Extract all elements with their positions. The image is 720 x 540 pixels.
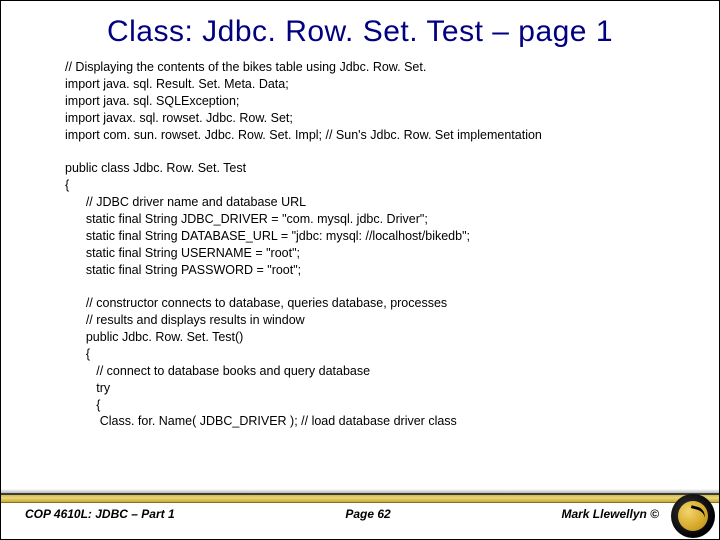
footer-author: Mark Llewellyn © bbox=[561, 507, 659, 521]
footer-course: COP 4610L: JDBC – Part 1 bbox=[25, 507, 175, 521]
footer-page: Page 62 bbox=[175, 507, 562, 521]
footer-gold-bar bbox=[1, 495, 719, 503]
footer: COP 4610L: JDBC – Part 1 Page 62 Mark Ll… bbox=[1, 493, 719, 539]
slide-title: Class: Jdbc. Row. Set. Test – page 1 bbox=[1, 15, 719, 49]
code-block: // Displaying the contents of the bikes … bbox=[1, 59, 719, 430]
slide: Class: Jdbc. Row. Set. Test – page 1 // … bbox=[0, 0, 720, 540]
ucf-logo-icon bbox=[671, 494, 715, 538]
footer-content: COP 4610L: JDBC – Part 1 Page 62 Mark Ll… bbox=[1, 507, 719, 521]
